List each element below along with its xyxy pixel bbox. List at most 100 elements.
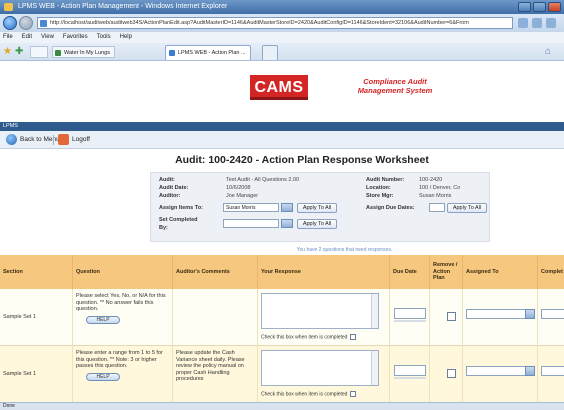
due-date-hint (394, 377, 426, 379)
back-arrow-icon (6, 134, 17, 145)
ie-icon (4, 3, 13, 11)
audit-number-value: 100-2420 (419, 177, 443, 183)
completed-check: Check this box when item is completed (261, 391, 357, 398)
col-question: Question (73, 255, 173, 289)
row-due (390, 289, 430, 346)
divider (53, 135, 54, 145)
auditor-value: Joe Manager (226, 193, 259, 199)
favorites-star-icon[interactable]: ★ (3, 47, 13, 57)
row-remove (430, 289, 463, 346)
remove-checkbox[interactable] (447, 369, 456, 378)
assign-due-input[interactable] (429, 203, 445, 212)
textarea-scrollbar[interactable] (371, 351, 378, 385)
response-textarea[interactable] (261, 293, 379, 329)
assign-items-input[interactable]: Susan Morris (223, 203, 279, 212)
row-completed (538, 289, 564, 346)
logoff-icon (58, 134, 69, 145)
row-completed (538, 346, 564, 402)
due-date-input[interactable] (394, 365, 426, 376)
completed-checkbox[interactable] (350, 334, 357, 340)
action-bar: Back to Menu Logoff (0, 131, 564, 149)
forward-icon[interactable] (19, 16, 33, 30)
menu-file[interactable]: File (3, 32, 13, 43)
favorite-icon (55, 50, 61, 56)
col-response: Your Response (258, 255, 390, 289)
row-assigned (463, 346, 538, 402)
back-to-menu-button[interactable]: Back to Menu (6, 134, 60, 146)
status-bar: Done (0, 402, 564, 410)
menu-view[interactable]: View (41, 32, 54, 43)
col-remove: Remove / Action Plan (430, 255, 463, 289)
store-mgr-label: Store Mgr: (366, 193, 394, 199)
completed-date-input[interactable] (541, 366, 564, 376)
assigned-to-input[interactable] (466, 309, 526, 319)
refresh-icon[interactable] (518, 18, 528, 28)
address-bar[interactable]: http://localhost/auditweb/auditweb34S/Ac… (37, 17, 513, 29)
row-response: Check this box when item is completed (258, 289, 390, 346)
menu-bar: File Edit View Favorites Tools Help (0, 32, 564, 43)
set-completed-input[interactable] (223, 219, 279, 228)
section-bar: LPMS (0, 122, 564, 131)
help-button[interactable]: HELP (86, 315, 120, 324)
apply-completed-button[interactable]: Apply To All (297, 219, 337, 229)
menu-edit[interactable]: Edit (22, 32, 32, 43)
back-icon[interactable] (3, 16, 17, 30)
col-assigned: Assigned To (463, 255, 538, 289)
stop-icon[interactable] (532, 18, 542, 28)
help-button[interactable]: HELP (86, 372, 120, 381)
set-completed-by-label: By: (159, 225, 168, 231)
remove-checkbox[interactable] (447, 312, 456, 321)
favorite-link[interactable]: Water In My Lungs (52, 46, 115, 58)
page-content: CAMS Compliance Audit Management System … (0, 61, 564, 402)
assigned-to-input[interactable] (466, 366, 526, 376)
home-icon[interactable]: ⌂ (545, 47, 555, 57)
question-text: Please select Yes, No, or N/A for this q… (76, 293, 166, 312)
logoff-button[interactable]: Logoff (58, 134, 90, 146)
due-date-input[interactable] (394, 308, 426, 319)
row-assigned (463, 289, 538, 346)
completed-date-input[interactable] (541, 309, 564, 319)
window-title: LPMS WEB - Action Plan Management - Wind… (18, 3, 228, 10)
audit-number-label: Audit Number: (366, 177, 405, 183)
menu-tools[interactable]: Tools (97, 32, 111, 43)
due-date-hint (394, 320, 426, 322)
tab-active[interactable]: LPMS WEB - Action Plan ... (165, 45, 251, 60)
apply-due-dates-button[interactable]: Apply To All (447, 203, 487, 213)
tab-bar: ★ ✚ Water In My Lungs LPMS WEB - Action … (0, 43, 564, 61)
response-textarea[interactable] (261, 350, 379, 386)
notice-text: You have 2 questions that need responses… (296, 247, 393, 253)
completed-checkbox[interactable] (350, 391, 357, 397)
row-question: Please enter a range from 1 to 5 for thi… (73, 346, 173, 402)
close-button[interactable] (548, 2, 561, 12)
row-section: Sample Set 1 (0, 289, 73, 346)
search-icon[interactable] (546, 18, 556, 28)
question-text: Please enter a range from 1 to 5 for thi… (76, 350, 163, 369)
menu-favorites[interactable]: Favorites (63, 32, 88, 43)
audit-date-value: 10/6/2008 (226, 185, 251, 191)
table-header: Section Question Auditor's Comments Your… (0, 255, 564, 289)
tab-label: LPMS WEB - Action Plan ... (178, 50, 246, 56)
assigned-picker-icon[interactable] (525, 309, 535, 319)
add-favorite-icon[interactable]: ✚ (15, 47, 25, 57)
audit-value: Test Audit - All Questions 2.00 (226, 177, 300, 183)
table-row: Sample Set 1 Please enter a range from 1… (0, 346, 564, 402)
store-mgr-value: Susan Morris (419, 193, 452, 199)
new-tab-button[interactable] (262, 45, 278, 60)
row-comments (173, 289, 258, 346)
maximize-button[interactable] (533, 2, 546, 12)
row-due (390, 346, 430, 402)
window-title-bar: LPMS WEB - Action Plan Management - Wind… (0, 0, 564, 14)
apply-assign-items-button[interactable]: Apply To All (297, 203, 337, 213)
window-controls (518, 2, 561, 12)
row-question: Please select Yes, No, or N/A for this q… (73, 289, 173, 346)
assign-items-picker-icon[interactable] (281, 203, 293, 212)
address-tools (518, 18, 556, 28)
page-icon (40, 20, 47, 27)
textarea-scrollbar[interactable] (371, 294, 378, 328)
table-row: Sample Set 1 Please select Yes, No, or N… (0, 289, 564, 346)
quick-tabs-button[interactable] (30, 46, 48, 58)
minimize-button[interactable] (518, 2, 531, 12)
menu-help[interactable]: Help (120, 32, 132, 43)
assigned-picker-icon[interactable] (525, 366, 535, 376)
set-completed-picker-icon[interactable] (281, 219, 293, 228)
